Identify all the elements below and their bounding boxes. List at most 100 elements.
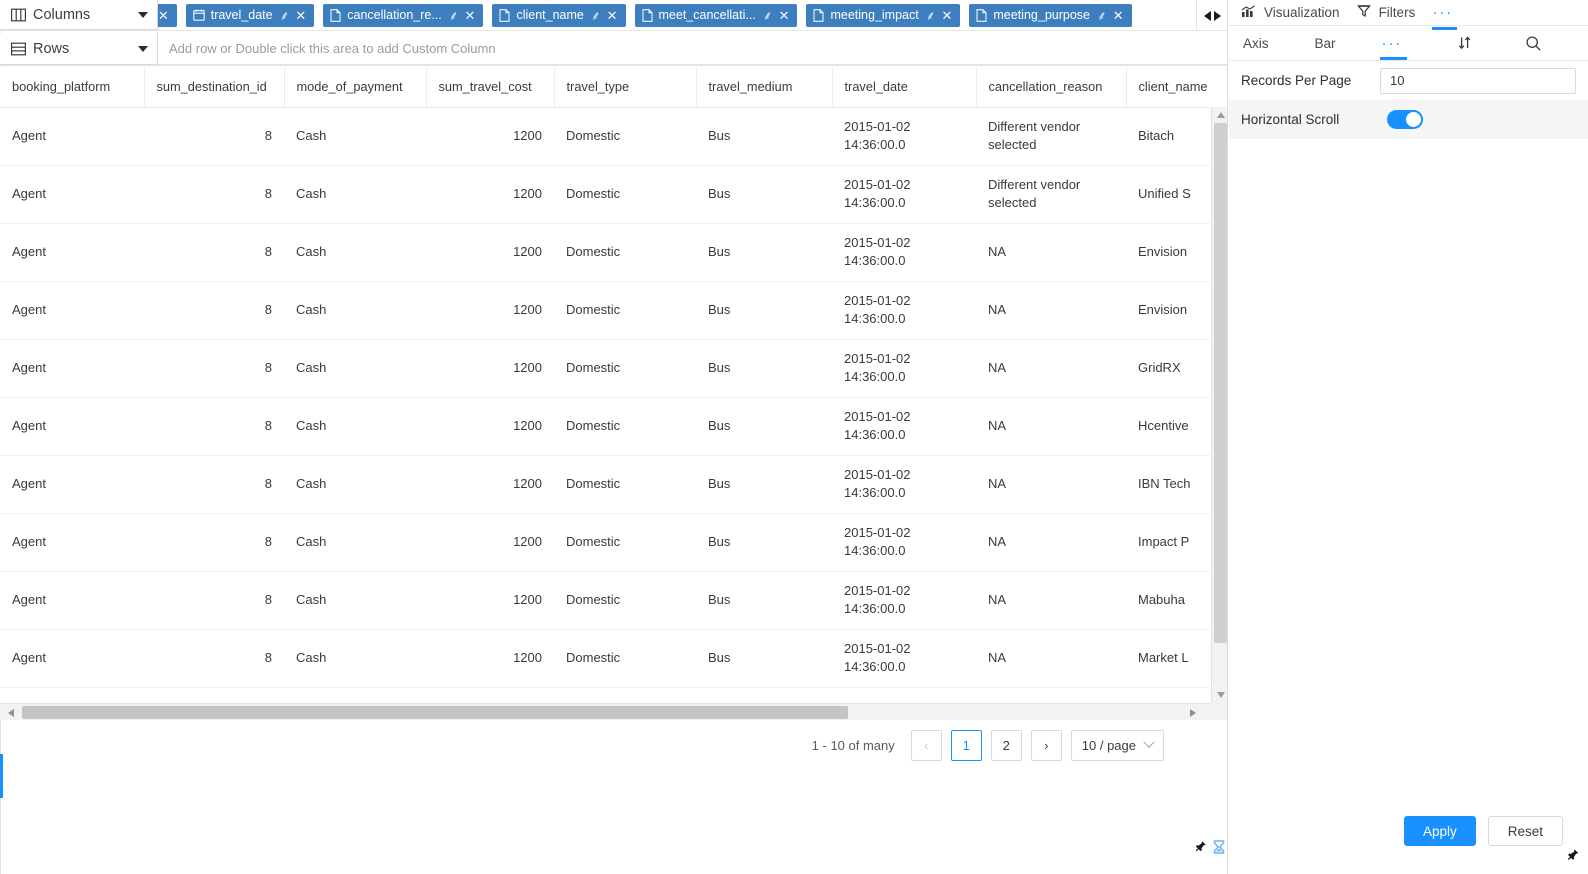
pin-icon[interactable]: [1193, 840, 1207, 859]
table-cell: Bus: [696, 571, 832, 630]
table-cell: 2015-01-02 14:36:00.0: [832, 165, 976, 224]
rows-shelf-selector[interactable]: Rows: [0, 33, 158, 65]
table-cell: Domestic: [554, 571, 696, 630]
tab-filters[interactable]: Filters: [1356, 0, 1433, 26]
pagination-page-1[interactable]: 1: [950, 729, 982, 761]
columns-icon: [11, 8, 26, 22]
search-icon[interactable]: [1525, 35, 1542, 52]
close-icon[interactable]: ✕: [607, 9, 618, 22]
table-cell: Agent: [0, 455, 144, 514]
table-cell: 1200: [426, 223, 554, 282]
drag-handle-icon[interactable]: ⸙: [926, 9, 936, 22]
table-row[interactable]: Agent 8 Cash 1200 Domestic Bus 2015-01-02 14:36…: [0, 629, 1210, 688]
subtab-axis[interactable]: Axis: [1243, 26, 1269, 61]
column-pill[interactable]: cancellation_re... ⸙ ✕: [323, 3, 484, 27]
scroll-up-icon[interactable]: [1212, 107, 1227, 123]
pagination-page-2[interactable]: 2: [990, 729, 1022, 761]
column-pill[interactable]: travel_date ⸙ ✕: [185, 3, 315, 27]
scroll-down-icon[interactable]: [1212, 687, 1227, 703]
table-horizontal-scrollbar[interactable]: [0, 703, 1210, 720]
table-cell: Agent: [0, 397, 144, 456]
table-vertical-scrollbar[interactable]: [1211, 107, 1227, 703]
pagination-next-button[interactable]: ›: [1030, 729, 1062, 761]
close-icon[interactable]: ✕: [158, 9, 169, 22]
table-cell: NA: [976, 455, 1126, 514]
close-icon[interactable]: ✕: [465, 9, 476, 22]
horizontal-scroll-toggle[interactable]: [1387, 110, 1423, 129]
column-pill[interactable]: meeting_impact ⸙ ✕: [806, 3, 961, 27]
file-icon: [499, 8, 510, 22]
page-size-selector[interactable]: 10 / page: [1070, 729, 1164, 761]
table-row[interactable]: Agent 8 Cash 1200 Domestic Bus 2015-01-02 14:36…: [0, 455, 1210, 514]
columns-shelf-selector[interactable]: Columns: [0, 0, 158, 30]
table-cell: Bus: [696, 107, 832, 166]
table-row[interactable]: Agent 8 Cash 1200 Domestic Bus 2015-01-02 14:36…: [0, 165, 1210, 224]
tab-visualization[interactable]: Visualization: [1241, 0, 1357, 26]
close-icon[interactable]: ✕: [779, 9, 790, 22]
close-icon[interactable]: ✕: [941, 9, 952, 22]
table-cell: Agent: [0, 629, 144, 688]
table-row[interactable]: Agent 8 Cash 1200 Domestic Bus 2015-01-02 14:36…: [0, 397, 1210, 456]
setting-horizontal-scroll: Horizontal Scroll: [1229, 100, 1588, 139]
data-table-scrollport[interactable]: booking_platform sum_destination_id mode_o…: [0, 67, 1210, 703]
drag-handle-icon[interactable]: ⸙: [280, 9, 290, 22]
table-cell: Domestic: [554, 629, 696, 688]
table-row[interactable]: Agent 8 Cash 1200 Domestic Bus 2015-01-02 14:36…: [0, 513, 1210, 572]
vertical-scroll-thumb[interactable]: [1214, 123, 1227, 643]
scroll-right-icon[interactable]: [1184, 704, 1201, 721]
table-header-cell[interactable]: travel_date: [832, 67, 977, 108]
drag-handle-icon[interactable]: ⸙: [449, 9, 459, 22]
hourglass-icon: [1213, 840, 1225, 859]
table-row[interactable]: Agent 8 Cash 1200 Domestic Bus 2015-01-02 14:36…: [0, 281, 1210, 340]
scroll-right-icon[interactable]: [1214, 10, 1221, 21]
column-pill[interactable]: meeting_purpose ⸙ ✕: [969, 3, 1132, 27]
records-per-page-input[interactable]: [1380, 67, 1576, 94]
table-cell: 2015-01-02 14:36:00.0: [832, 571, 976, 630]
scroll-left-icon[interactable]: [2, 704, 19, 721]
column-pill-label: meeting_impact: [830, 8, 919, 22]
drag-handle-icon[interactable]: ⸙: [763, 9, 773, 22]
pagination-prev-button[interactable]: ‹: [910, 729, 942, 761]
status-icons: [1193, 840, 1225, 859]
column-pill[interactable]: client_name ⸙ ✕: [492, 3, 626, 27]
tab-more[interactable]: ···: [1432, 0, 1473, 30]
pin-icon[interactable]: [1565, 848, 1580, 868]
pagination-bar: 1 - 10 of many ‹ 1 2 › 10 / page: [0, 722, 1210, 768]
table-cell: 2015-01-02 14:36:00.0: [832, 223, 976, 282]
panel-subtabs: Axis Bar ···: [1229, 26, 1588, 61]
table-cell: 1200: [426, 107, 554, 166]
table-cell: Domestic: [554, 107, 696, 166]
sort-icon[interactable]: [1457, 35, 1473, 51]
table-cell: 8: [144, 281, 284, 340]
drag-handle-icon[interactable]: ⸙: [591, 9, 601, 22]
subtab-more-label: ···: [1381, 34, 1403, 52]
table-row[interactable]: Agent 8 Cash 1200 Domestic Bus 2015-01-02 14:36…: [0, 571, 1210, 630]
drag-handle-icon[interactable]: ⸙: [1097, 9, 1107, 22]
table-header-cell[interactable]: travel_medium: [696, 67, 833, 108]
table-header-cell[interactable]: client_name: [1126, 67, 1210, 108]
table-cell: NA: [976, 223, 1126, 282]
table-header-cell[interactable]: travel_type: [554, 67, 697, 108]
table-header-cell[interactable]: mode_of_payment: [284, 67, 427, 108]
table-header-cell[interactable]: booking_platform: [0, 67, 145, 108]
scroll-left-icon[interactable]: [1204, 10, 1211, 21]
column-pill[interactable]: edium⸙✕: [158, 3, 177, 27]
table-row[interactable]: Agent 8 Cash 1200 Domestic Bus 2015-01-02 14:36…: [0, 107, 1210, 166]
reset-button[interactable]: Reset: [1487, 816, 1563, 846]
subtab-bar[interactable]: Bar: [1315, 26, 1336, 61]
close-icon[interactable]: ✕: [295, 9, 306, 22]
table-row[interactable]: Agent 8 Cash 1200 Domestic Bus 2015-01-02 14:36…: [0, 223, 1210, 282]
table-header-cell[interactable]: sum_destination_id: [144, 67, 285, 108]
rows-drop-area[interactable]: Add row or Double click this area to add…: [158, 33, 1227, 65]
apply-button[interactable]: Apply: [1403, 816, 1476, 846]
table-header-cell[interactable]: cancellation_reason: [976, 67, 1127, 108]
close-icon[interactable]: ✕: [1113, 9, 1124, 22]
columns-shelf: Columns edium⸙✕travel_date⸙✕cancellation…: [0, 0, 1227, 31]
column-pill[interactable]: meet_cancellati... ⸙ ✕: [634, 3, 798, 27]
table-cell: NA: [976, 629, 1126, 688]
table-row[interactable]: Agent 8 Cash 1200 Domestic Bus 2015-01-02 14:36…: [0, 339, 1210, 398]
subtab-more[interactable]: ···: [1379, 26, 1407, 61]
table-header-cell[interactable]: sum_travel_cost: [426, 67, 555, 108]
horizontal-scroll-thumb[interactable]: [22, 706, 848, 719]
table-cell: Envision: [1126, 223, 1210, 282]
